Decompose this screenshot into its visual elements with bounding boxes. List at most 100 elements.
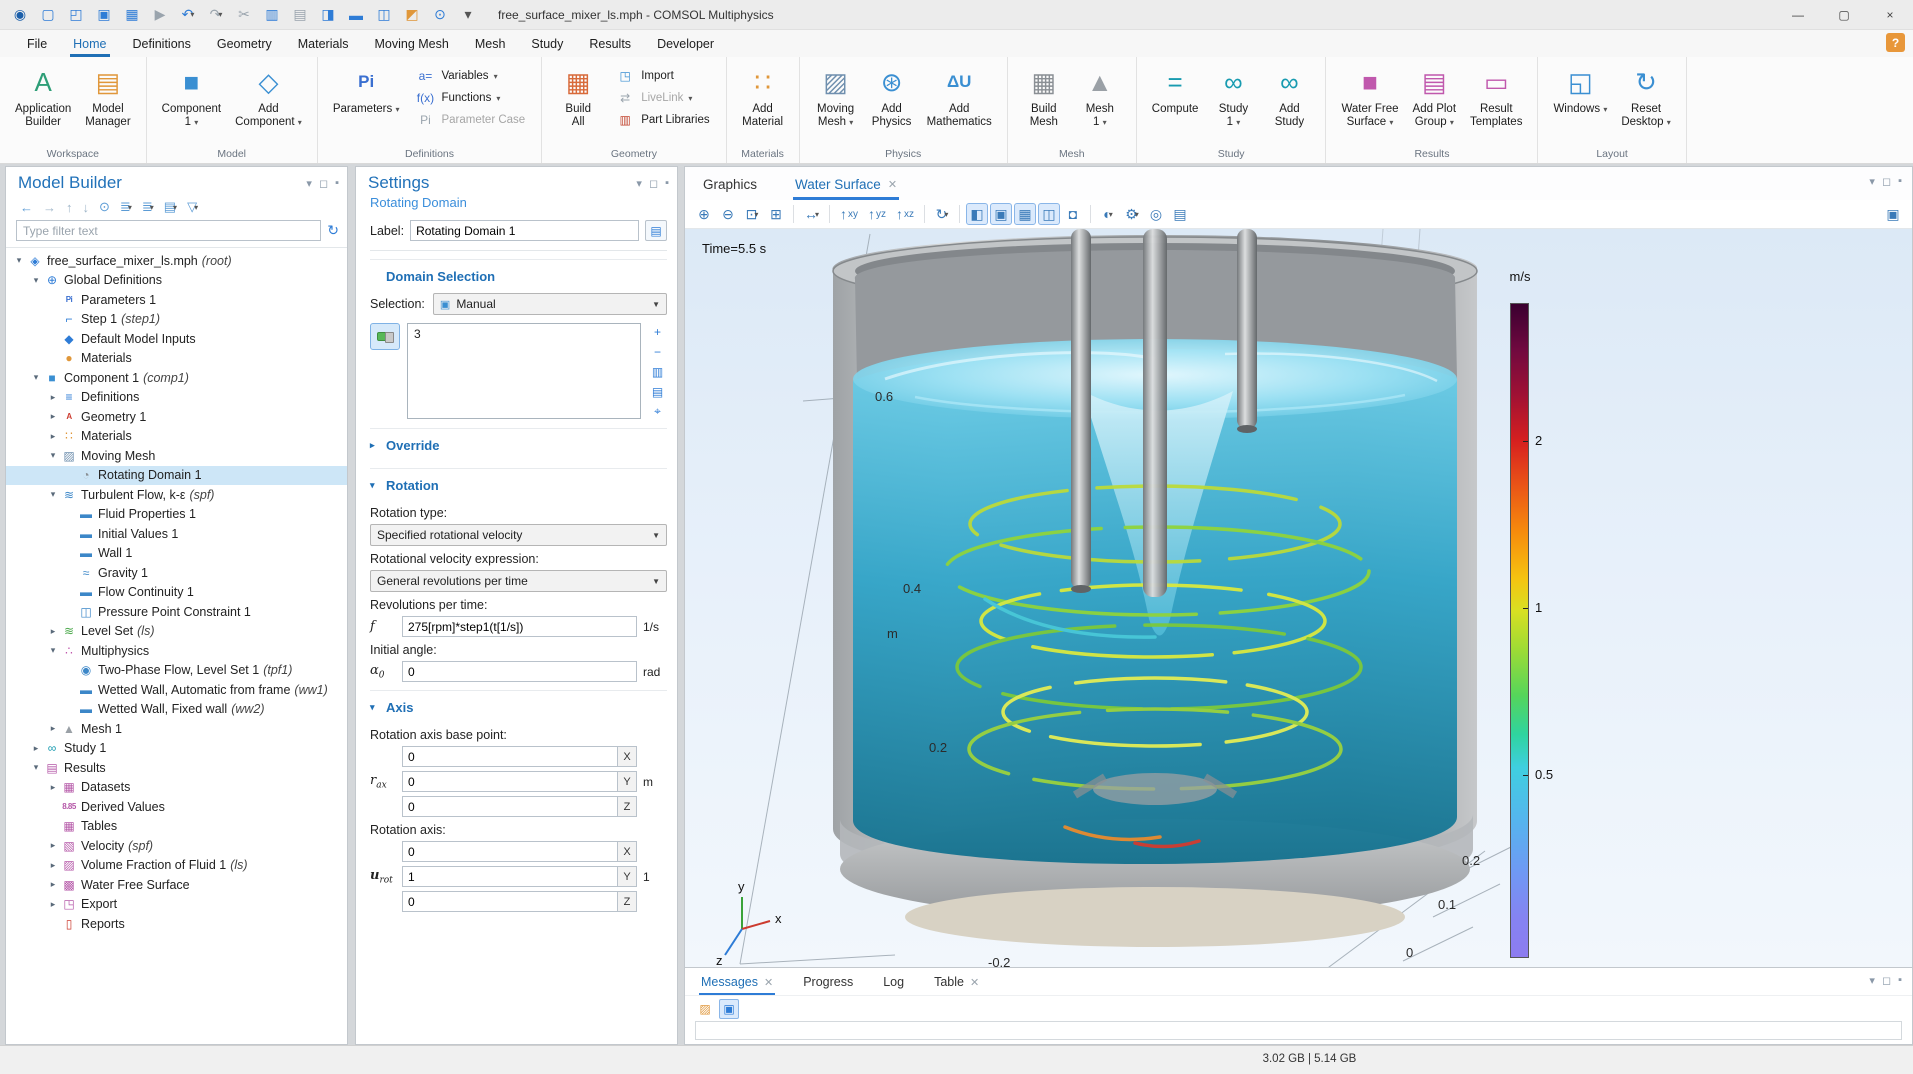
variables-button[interactable]: a=Variables▾: [408, 67, 531, 85]
float-panel-icon[interactable]: ◻: [1882, 974, 1891, 987]
build-all-button[interactable]: ▦Build All: [552, 63, 604, 143]
tree-item-flow-continuity-1[interactable]: ▬Flow Continuity 1: [6, 583, 347, 603]
new-file-button[interactable]: ▢: [36, 4, 60, 26]
expander-icon[interactable]: ▸: [46, 860, 60, 871]
expander-icon[interactable]: ▾: [46, 489, 60, 500]
tree-item-wall-1[interactable]: ▬Wall 1: [6, 544, 347, 564]
zoom-box-button[interactable]: ⊡▾: [741, 203, 763, 225]
add-physics-button[interactable]: ⊛Add Physics: [866, 63, 918, 143]
domain-selection-heading[interactable]: Domain Selection: [370, 259, 667, 291]
remove-from-selection-button[interactable]: −: [648, 343, 667, 360]
tree-item-reports[interactable]: ▯Reports: [6, 914, 347, 934]
menu-tab-file[interactable]: File: [14, 30, 60, 57]
add-to-selection-button[interactable]: +: [648, 323, 667, 340]
tree-item-geometry-1[interactable]: ▸AGeometry 1: [6, 407, 347, 427]
move-up-button[interactable]: ↑: [62, 199, 77, 216]
messages-tab-messages[interactable]: Messages✕: [699, 971, 775, 995]
tree-item-fluid-properties-1[interactable]: ▬Fluid Properties 1: [6, 505, 347, 525]
plot-image-icon[interactable]: ▣: [1882, 203, 1904, 225]
cut-button[interactable]: ✂: [232, 4, 256, 26]
paste-selection-button[interactable]: ▤: [648, 383, 667, 400]
rotation-section-heading[interactable]: ▾ Rotation: [370, 468, 667, 500]
environment-settings-button[interactable]: ⚙▾: [1121, 203, 1143, 225]
compute-button[interactable]: =Compute: [1147, 63, 1204, 143]
moving-mesh-button[interactable]: ▨Moving Mesh ▾: [810, 63, 862, 143]
menu-tab-geometry[interactable]: Geometry: [204, 30, 285, 57]
add-plot-group-button[interactable]: ▤Add Plot Group ▾: [1408, 63, 1461, 143]
close-button[interactable]: ×: [1867, 0, 1913, 30]
menu-tab-home[interactable]: Home: [60, 30, 119, 57]
save-button[interactable]: ▣: [92, 4, 116, 26]
build-mesh-button[interactable]: ▦Build Mesh: [1018, 63, 1070, 143]
expander-icon[interactable]: ▸: [46, 626, 60, 637]
tree-item-materials[interactable]: ▸∷Materials: [6, 427, 347, 447]
back-button[interactable]: ←: [16, 199, 37, 216]
study-1-button[interactable]: ∞Study 1 ▾: [1207, 63, 1259, 143]
help-button[interactable]: ?: [1886, 33, 1905, 52]
tree-item-step-1[interactable]: ⌐Step 1(step1): [6, 310, 347, 330]
save-as-button[interactable]: ▦: [120, 4, 144, 26]
expander-icon[interactable]: ▾: [46, 645, 60, 656]
copy-selection-button[interactable]: ▥: [648, 363, 667, 380]
scene-light-button[interactable]: ◐▾: [1097, 203, 1119, 225]
refresh-icon[interactable]: ↻: [327, 222, 339, 239]
rotation-axis-x-input[interactable]: [403, 842, 617, 861]
rotational-velocity-expression-dropdown[interactable]: General revolutions per time ▼: [370, 570, 667, 592]
tree-item-moving-mesh[interactable]: ▾▨Moving Mesh: [6, 446, 347, 466]
undo-button[interactable]: ↶▾: [176, 4, 200, 26]
expander-icon[interactable]: ▸: [46, 840, 60, 851]
expand-all-button[interactable]: ≣▾: [116, 198, 136, 216]
rotation-axis-z-input[interactable]: [403, 892, 617, 911]
application-builder-button[interactable]: AApplication Builder: [10, 63, 76, 143]
model-tree-node-text-button[interactable]: ▤▾: [160, 198, 181, 216]
tree-item-materials[interactable]: ●Materials: [6, 349, 347, 369]
find-button[interactable]: ⊙: [428, 4, 452, 26]
base-point-x-input[interactable]: [403, 747, 617, 766]
tree-item-turbulent-flow-k[interactable]: ▾≋Turbulent Flow, k-ε(spf): [6, 485, 347, 505]
tree-item-wetted-wall-automatic-from-frame[interactable]: ▬Wetted Wall, Automatic from frame(ww1): [6, 680, 347, 700]
tree-item-volume-fraction-of-fluid-1[interactable]: ▸▨Volume Fraction of Fluid 1(ls): [6, 856, 347, 876]
menu-tab-results[interactable]: Results: [576, 30, 644, 57]
maximize-button[interactable]: ▢: [1821, 0, 1867, 30]
import-button[interactable]: ◳Import: [608, 67, 715, 85]
selection-dropdown[interactable]: ▣ Manual ▼: [433, 293, 667, 315]
run-button[interactable]: ▶: [148, 4, 172, 26]
table-settings-button[interactable]: ▣: [719, 999, 739, 1019]
zoom-out-button[interactable]: ⊖: [717, 203, 739, 225]
axis-section-heading[interactable]: ▾ Axis: [370, 690, 667, 722]
lock-view-button[interactable]: ◘: [1062, 203, 1084, 225]
close-icon[interactable]: ✕: [970, 976, 979, 989]
forward-button[interactable]: →: [39, 199, 60, 216]
initial-angle-input[interactable]: [403, 662, 636, 681]
add-mathematics-button[interactable]: ΔUAdd Mathematics: [922, 63, 997, 143]
mixer-3d-view[interactable]: Time=5.5 s: [685, 229, 1912, 967]
minimize-button[interactable]: —: [1775, 0, 1821, 30]
delete-button[interactable]: ▬: [344, 4, 368, 26]
tree-item-global-definitions[interactable]: ▾⊕Global Definitions: [6, 271, 347, 291]
panel-menu-icon[interactable]: ▾: [1869, 974, 1875, 987]
show-selection-colors-toggle[interactable]: ◫: [1038, 203, 1060, 225]
messages-tab-progress[interactable]: Progress: [801, 971, 855, 995]
selection-list[interactable]: 3: [407, 323, 641, 419]
collapse-all-button[interactable]: ≣▾: [138, 198, 158, 216]
expander-icon[interactable]: ▸: [46, 723, 60, 734]
tree-item-two-phase-flow-level-set-1[interactable]: ◉Two-Phase Flow, Level Set 1(tpf1): [6, 661, 347, 681]
expander-icon[interactable]: ▸: [46, 431, 60, 442]
parameters-button[interactable]: PiParameters ▾: [328, 63, 405, 143]
component-1-button[interactable]: ■Component 1 ▾: [157, 63, 226, 143]
active-selection-toggle[interactable]: [370, 323, 400, 350]
expander-icon[interactable]: ▾: [29, 762, 43, 773]
show-material-color-toggle[interactable]: ▣: [990, 203, 1012, 225]
graphics-tab-water-surface[interactable]: Water Surface✕: [793, 171, 899, 200]
zoom-extents-button[interactable]: ⊞: [765, 203, 787, 225]
functions-button[interactable]: f(x)Functions▾: [408, 89, 531, 107]
expander-icon[interactable]: ▸: [46, 392, 60, 403]
panel-menu-icon[interactable]: ▾: [1869, 175, 1875, 188]
duplicate-button[interactable]: ◨: [316, 4, 340, 26]
expander-icon[interactable]: ▾: [29, 372, 43, 383]
tree-item-mesh-1[interactable]: ▸▲Mesh 1: [6, 719, 347, 739]
pin-panel-icon[interactable]: ▪: [665, 177, 669, 190]
menu-tab-materials[interactable]: Materials: [285, 30, 362, 57]
expander-icon[interactable]: ▸: [46, 899, 60, 910]
rotation-type-dropdown[interactable]: Specified rotational velocity ▼: [370, 524, 667, 546]
